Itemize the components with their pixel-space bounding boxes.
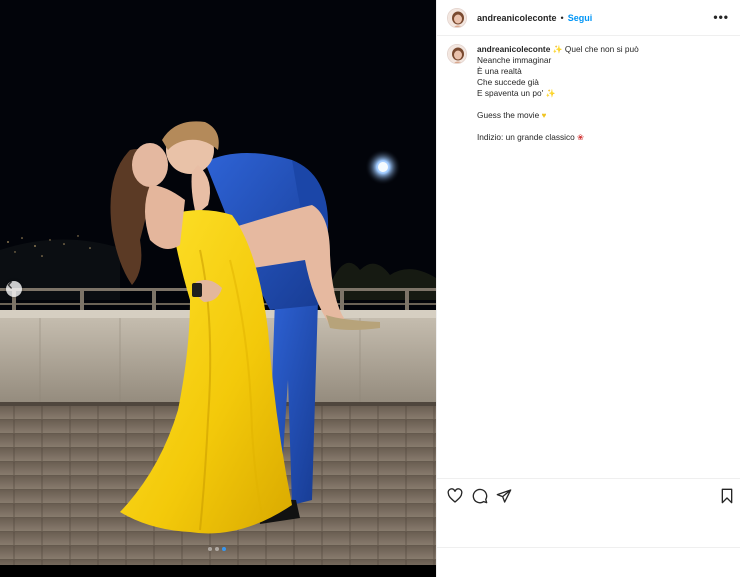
caption-username[interactable]: andreanicoleconte bbox=[477, 44, 550, 54]
share-button[interactable] bbox=[496, 488, 512, 504]
caption-text: andreanicoleconte ✨ Quel che non si può … bbox=[477, 44, 639, 143]
like-button[interactable] bbox=[447, 488, 463, 504]
carousel-indicator bbox=[208, 547, 226, 551]
post-header: andreanicoleconte • Segui ••• bbox=[437, 0, 740, 36]
bookmark-icon bbox=[721, 488, 733, 504]
comment-icon bbox=[472, 488, 488, 504]
caption-line: Che succede già bbox=[477, 77, 539, 87]
carousel-dot-active bbox=[222, 547, 226, 551]
separator-dot: • bbox=[560, 12, 564, 23]
carousel-dot bbox=[208, 547, 212, 551]
rose-emoji-icon: ❀ bbox=[577, 133, 584, 142]
sparkles-emoji-icon: ✨ bbox=[552, 45, 563, 54]
post-media[interactable] bbox=[0, 0, 436, 565]
avatar-image bbox=[448, 8, 466, 27]
post-photo bbox=[0, 0, 436, 565]
caption-line: Indizio: un grande classico bbox=[477, 132, 575, 142]
caption-line: E spaventa un po' bbox=[477, 88, 544, 98]
post-actions-bar bbox=[437, 478, 740, 512]
carousel-prev-button[interactable] bbox=[6, 281, 22, 297]
post-caption: andreanicoleconte ✨ Quel che non si può … bbox=[447, 44, 731, 143]
caption-line: Neanche immaginar bbox=[477, 55, 552, 65]
caption-line: Quel che non si può bbox=[564, 44, 639, 54]
more-options-icon[interactable]: ••• bbox=[713, 10, 729, 24]
carousel-dot bbox=[215, 547, 219, 551]
sparkles-emoji-icon: ✨ bbox=[545, 89, 556, 98]
media-bottom-bar bbox=[0, 565, 436, 577]
post-username[interactable]: andreanicoleconte bbox=[477, 13, 557, 23]
comment-button[interactable] bbox=[472, 488, 488, 504]
caption-avatar[interactable] bbox=[447, 44, 467, 64]
save-button[interactable] bbox=[719, 488, 735, 504]
caption-line: È una realtà bbox=[477, 66, 522, 76]
avatar[interactable] bbox=[447, 7, 467, 28]
divider bbox=[437, 547, 740, 548]
instagram-post-modal: andreanicoleconte • Segui ••• andreanico… bbox=[0, 0, 740, 577]
yellow-heart-emoji-icon: ♥ bbox=[541, 111, 547, 120]
follow-button[interactable]: Segui bbox=[568, 13, 593, 23]
chevron-left-icon bbox=[7, 281, 12, 289]
caption-line: Guess the movie bbox=[477, 110, 540, 120]
avatar-image bbox=[448, 45, 466, 63]
post-sidebar: andreanicoleconte • Segui ••• andreanico… bbox=[436, 0, 740, 577]
send-icon bbox=[496, 489, 512, 503]
heart-icon bbox=[447, 488, 463, 503]
